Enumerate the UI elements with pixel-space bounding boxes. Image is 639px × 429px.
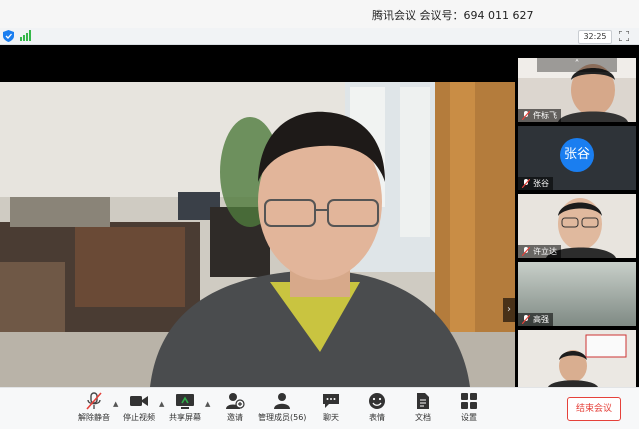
- chat-icon: [323, 394, 339, 408]
- participant-tile[interactable]: 高强: [518, 262, 636, 326]
- invite-user-icon: [226, 393, 245, 409]
- meeting-timer: 32:25: [578, 30, 612, 44]
- video-camera-icon: [130, 396, 148, 406]
- participant-name: 张谷: [533, 179, 549, 188]
- participant-list: 仵标飞 张谷 张谷 许立达 高强: [518, 58, 638, 387]
- fullscreen-icon[interactable]: [619, 31, 629, 41]
- end-meeting-button[interactable]: 结束会议: [567, 397, 621, 421]
- invite-label: 邀请: [227, 413, 243, 422]
- emoji-label: 表情: [369, 413, 385, 422]
- speaker-video-frame: [0, 82, 515, 387]
- participant-name: 高强: [533, 315, 549, 324]
- docs-label: 文档: [415, 413, 431, 422]
- collapse-participants-button[interactable]: ˄: [537, 58, 617, 72]
- members-icon: [274, 393, 290, 409]
- title-bar: 腾讯会议 会议号：694 011 627: [0, 0, 639, 28]
- main-speaker-video[interactable]: ›: [0, 82, 515, 387]
- document-icon: [417, 393, 429, 409]
- mic-muted-icon: [522, 111, 530, 120]
- settings-label: 设置: [461, 413, 477, 422]
- mic-muted-icon: [522, 179, 530, 188]
- participant-video: [518, 330, 636, 387]
- participant-tile[interactable]: 许立达: [518, 194, 636, 258]
- participant-name-bar: 张谷: [518, 177, 636, 190]
- chat-button[interactable]: 聊天: [307, 392, 355, 428]
- invite-button[interactable]: 邀请: [211, 392, 259, 428]
- chat-label: 聊天: [323, 413, 339, 422]
- shield-icon[interactable]: [3, 30, 14, 42]
- unmute-button[interactable]: 解除静音: [70, 392, 118, 428]
- avatar: 张谷: [560, 138, 594, 172]
- mic-muted-icon: [522, 315, 530, 324]
- stop-video-label: 停止视频: [123, 413, 155, 422]
- participant-name: 许立达: [533, 247, 557, 256]
- manage-members-label: 管理成员(56): [258, 413, 307, 422]
- participant-name-bar: 仵标飞: [518, 109, 636, 122]
- participant-tile[interactable]: [518, 330, 636, 387]
- share-screen-button[interactable]: 共享屏幕: [161, 392, 209, 428]
- share-screen-label: 共享屏幕: [169, 413, 201, 422]
- meeting-toolbar: 解除静音 ▲ 停止视频 ▲ 共享屏幕 ▲ 邀请 管理成员(56) 聊天 表情 文…: [0, 387, 639, 429]
- emoji-icon: [369, 393, 385, 409]
- stop-video-button[interactable]: 停止视频: [115, 392, 163, 428]
- mic-muted-icon: [86, 392, 102, 410]
- unmute-label: 解除静音: [78, 413, 110, 422]
- share-screen-icon: [176, 394, 194, 409]
- window-title: 腾讯会议 会议号：694 011 627: [372, 9, 534, 22]
- share-options-caret[interactable]: ▲: [205, 400, 210, 408]
- signal-icon[interactable]: [20, 30, 32, 41]
- mic-muted-icon: [522, 247, 530, 256]
- grid-settings-icon: [461, 393, 477, 409]
- status-bar: 32:25: [0, 28, 639, 45]
- participant-name-bar: 许立达: [518, 245, 636, 258]
- participant-name: 仵标飞: [533, 111, 557, 120]
- settings-button[interactable]: 设置: [445, 392, 493, 428]
- docs-button[interactable]: 文档: [399, 392, 447, 428]
- collapse-sidebar-button[interactable]: ›: [503, 298, 515, 322]
- manage-members-button[interactable]: 管理成员(56): [258, 392, 306, 428]
- participant-tile[interactable]: 张谷 张谷: [518, 126, 636, 190]
- emoji-button[interactable]: 表情: [353, 392, 401, 428]
- participant-name-bar: 高强: [518, 313, 636, 326]
